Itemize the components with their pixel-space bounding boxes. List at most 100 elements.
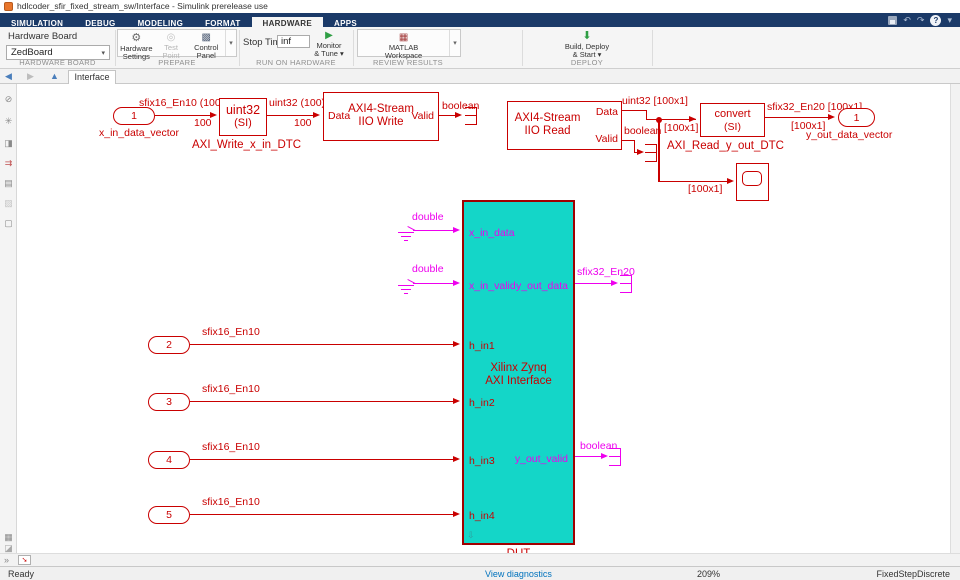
gear-icon: ⚙ [131, 32, 142, 44]
signal-label: sfix16_En10 [202, 441, 260, 453]
signal-routing-icon[interactable]: ⇉ [0, 158, 17, 169]
hardware-board-value: ZedBoard [11, 47, 53, 58]
outport-1[interactable]: 1 [838, 108, 875, 127]
chevron-down-icon: ▾ [101, 49, 105, 57]
undo-icon[interactable]: ↶ [903, 13, 911, 27]
scope-block[interactable] [736, 163, 769, 201]
quick-access-toolbar: ↶ ↷ ? ▾ [888, 13, 952, 27]
arrowhead [637, 149, 644, 155]
inport-4[interactable]: 4 [148, 451, 190, 469]
arrowhead [453, 341, 460, 347]
test-point-icon: ◎ [166, 32, 176, 43]
dtc-write-line2: (SI) [234, 117, 252, 129]
inport-1-number: 1 [131, 110, 137, 122]
inport-1-label: x_in_data_vector [99, 127, 179, 139]
signal-label: sfix16_En10 (100) [139, 97, 225, 109]
up-to-parent-icon[interactable]: ▲ [50, 71, 59, 81]
wire-h-in1[interactable] [190, 344, 454, 346]
system-tab-interface[interactable]: Interface [68, 70, 116, 84]
view-diagnostics-link[interactable]: View diagnostics [485, 569, 552, 579]
signal-width-label: 100 [194, 117, 212, 129]
viewmarks-icon[interactable]: ▦ [0, 532, 17, 543]
arrowhead [453, 511, 460, 517]
solver-name[interactable]: FixedStepDiscrete [876, 569, 950, 579]
prepare-caret-icon[interactable]: ▾ [225, 30, 236, 56]
signal-dim-label: [100x1] [664, 122, 699, 134]
quick-access-caret-icon[interactable]: ▾ [947, 13, 952, 27]
hide-markup-icon[interactable]: ⊘ [0, 94, 17, 105]
window-title: hdlcoder_sfir_fixed_stream_sw/Interface … [17, 1, 268, 11]
wire-y-out-data[interactable] [575, 283, 616, 285]
arrowhead [453, 398, 460, 404]
terminator-block[interactable] [645, 144, 657, 162]
control-panel-icon: ▩ [201, 32, 211, 43]
ribbon: Hardware Board ZedBoard ▾ HARDWARE BOARD… [0, 27, 960, 69]
monitor-tune-button[interactable]: ▶ Monitor & Tune ▾ [303, 28, 355, 58]
test-point-button[interactable]: ◎ Test Point [155, 30, 188, 60]
prepare-panel: ⚙ Hardware Settings ◎ Test Point ▩ Contr… [117, 29, 237, 61]
wire-h-in2[interactable] [190, 401, 454, 403]
redo-icon[interactable]: ↷ [917, 13, 925, 27]
ground-block[interactable] [397, 223, 417, 243]
inport-4-number: 4 [166, 454, 172, 466]
horizontal-scrollbar[interactable]: » ➘ [0, 553, 960, 566]
dtc-read-line1: convert [714, 108, 751, 120]
matlab-workspace-button[interactable]: ▦ MATLAB Workspace [358, 30, 449, 60]
arrowhead [828, 114, 835, 120]
section-run-on-hardware: RUN ON HARDWARE [256, 58, 336, 67]
wire-read-data[interactable] [622, 110, 647, 112]
dut-title-line1: Xilinx Zynq [490, 362, 547, 374]
forward-icon[interactable]: ▶ [27, 71, 34, 82]
explorer-bar: ◀ ▶ ▲ Interface [0, 69, 960, 84]
inport-1[interactable]: 1 [113, 107, 155, 125]
title-bar: hdlcoder_sfir_fixed_stream_sw/Interface … [0, 0, 960, 13]
signal-label: boolean [624, 125, 662, 137]
back-icon[interactable]: ◀ [5, 71, 12, 82]
dut-port-x-in-data: x_in_data [469, 227, 515, 239]
outport-1-number: 1 [853, 111, 860, 124]
hardware-settings-button[interactable]: ⚙ Hardware Settings [118, 30, 155, 61]
wire-h-in3[interactable] [190, 459, 454, 461]
arrowhead [455, 112, 462, 118]
dut-port-h-in1: h_in1 [469, 340, 495, 352]
area-box-icon[interactable]: ▢ [0, 218, 17, 229]
block-axi-write-dtc[interactable]: uint32 (SI) [219, 98, 267, 136]
review-results-caret-icon[interactable]: ▾ [449, 30, 460, 56]
ground-block[interactable] [397, 276, 417, 296]
annotation-icon[interactable]: ▤ [0, 178, 17, 189]
iio-read-port-data: Data [595, 106, 618, 118]
inport-2[interactable]: 2 [148, 336, 190, 354]
block-dut[interactable]: Xilinx Zynq AXI Interface x_in_data x_in… [462, 200, 575, 545]
inport-3[interactable]: 3 [148, 393, 190, 411]
block-iio-read[interactable]: AXI4-Stream IIO Read Data Valid [507, 101, 622, 150]
build-deploy-start-button[interactable]: ⬇ Build, Deploy & Start ▾ [550, 28, 624, 59]
wire-y-out[interactable] [765, 117, 830, 119]
wire-double-2[interactable] [413, 283, 456, 285]
expand-palette-icon[interactable]: » [4, 555, 9, 565]
section-prepare: PREPARE [158, 58, 196, 67]
block-iio-write[interactable]: Data Valid AXI4-Stream IIO Write [323, 92, 439, 141]
vertical-scrollbar[interactable] [950, 84, 960, 553]
signal-label: boolean [580, 440, 618, 452]
terminator-block[interactable] [465, 107, 477, 125]
signal-label: sfix16_En10 [202, 383, 260, 395]
block-axi-read-dtc[interactable]: convert (SI) [700, 103, 765, 137]
inport-5[interactable]: 5 [148, 506, 190, 524]
subsystem-icon[interactable]: ◨ [0, 138, 17, 149]
help-icon[interactable]: ? [930, 14, 942, 26]
status-bar: Ready View diagnostics 209% FixedStepDis… [0, 566, 960, 580]
dut-port-y-out-data: y_out_data [516, 280, 568, 292]
image-icon[interactable]: ▨ [0, 198, 17, 209]
dtc-write-line1: uint32 [225, 103, 261, 117]
scope-screen [742, 171, 762, 186]
wire-h-in4[interactable] [190, 514, 454, 516]
wire-double-1[interactable] [413, 230, 456, 232]
control-panel-button[interactable]: ▩ Control Panel [187, 30, 225, 60]
adjust-view-icon[interactable]: ✳ [0, 116, 17, 127]
monitor-tune-icon: ▶ [325, 30, 333, 41]
save-icon[interactable] [888, 15, 898, 25]
status-ready: Ready [8, 569, 35, 579]
arrowhead [453, 280, 460, 286]
block-caption: AXI_Read_y_out_DTC [667, 140, 784, 152]
overview-icon[interactable]: ➘ [18, 555, 31, 565]
